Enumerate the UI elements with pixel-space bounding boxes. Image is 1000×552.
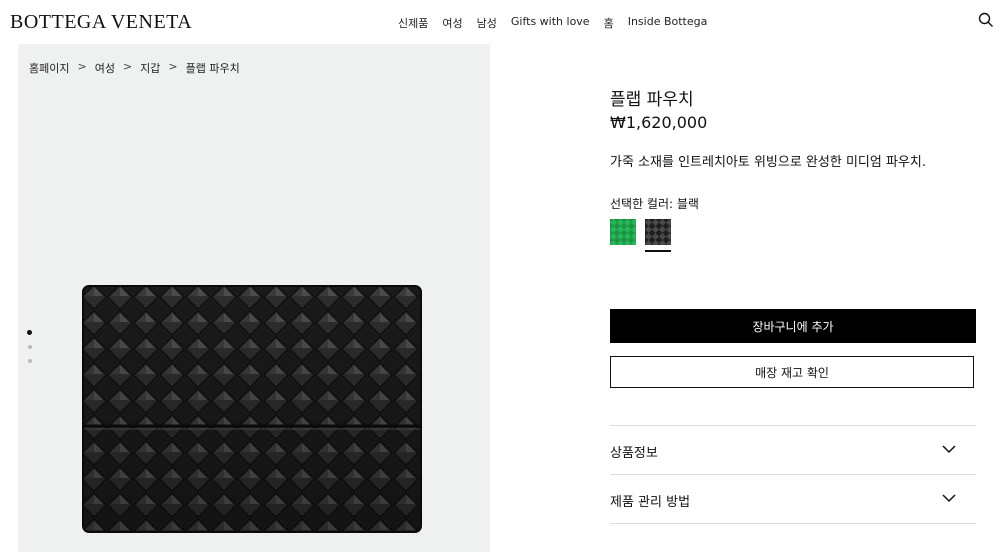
header: BOTTEGA VENETA 신제품 여성 남성 Gifts with love… xyxy=(0,0,1000,44)
product-title: 플랩 파우치 xyxy=(610,90,694,110)
gallery-dot-1[interactable] xyxy=(27,330,32,335)
chevron-down-icon xyxy=(942,445,956,454)
breadcrumb-separator: > xyxy=(168,60,178,73)
nav-item-home[interactable]: 홈 xyxy=(604,15,614,31)
nav-item-inside-bottega[interactable]: Inside Bottega xyxy=(628,15,708,31)
selected-swatch-indicator xyxy=(645,250,671,252)
nav-item-men[interactable]: 남성 xyxy=(477,15,497,31)
check-store-stock-button[interactable]: 매장 재고 확인 xyxy=(610,356,974,388)
search-icon[interactable] xyxy=(978,12,994,28)
nav-item-gifts[interactable]: Gifts with love xyxy=(511,15,590,31)
color-swatch-green[interactable] xyxy=(610,219,636,245)
breadcrumb: 홈페이지 > 여성 > 지갑 > 플랩 파우치 xyxy=(29,60,240,76)
breadcrumb-wallets[interactable]: 지갑 xyxy=(140,60,160,76)
nav-item-women[interactable]: 여성 xyxy=(442,15,462,31)
gallery-dot-2[interactable] xyxy=(27,345,32,349)
add-to-cart-button[interactable]: 장바구니에 추가 xyxy=(610,309,976,343)
product-image xyxy=(82,285,422,533)
accordion-label: 상품정보 xyxy=(610,446,658,461)
selected-color-label: 선택한 컬러: 블랙 xyxy=(610,197,699,211)
breadcrumb-separator: > xyxy=(77,60,87,73)
product-price: ₩1,620,000 xyxy=(610,113,708,132)
breadcrumb-women[interactable]: 여성 xyxy=(95,60,115,76)
accordion-product-info[interactable]: 상품정보 xyxy=(610,425,976,474)
product-gallery: 홈페이지 > 여성 > 지갑 > 플랩 파우치 xyxy=(18,44,490,552)
brand-logo[interactable]: BOTTEGA VENETA xyxy=(10,11,192,34)
breadcrumb-current: 플랩 파우치 xyxy=(185,62,240,75)
gallery-pagination xyxy=(27,330,32,363)
color-swatch-black[interactable] xyxy=(645,219,671,245)
gallery-dot-3[interactable] xyxy=(27,359,32,363)
product-description: 가죽 소재를 인트레치아토 위빙으로 완성한 미디엄 파우치. xyxy=(610,155,926,170)
accordion-care-instructions[interactable]: 제품 관리 방법 xyxy=(610,474,976,524)
chevron-down-icon xyxy=(942,494,956,503)
breadcrumb-separator: > xyxy=(122,60,133,73)
accordion-label: 제품 관리 방법 xyxy=(610,495,691,510)
breadcrumb-home[interactable]: 홈페이지 xyxy=(29,60,69,76)
main-nav: 신제품 여성 남성 Gifts with love 홈 Inside Botte… xyxy=(398,15,707,31)
nav-item-new[interactable]: 신제품 xyxy=(398,15,428,31)
